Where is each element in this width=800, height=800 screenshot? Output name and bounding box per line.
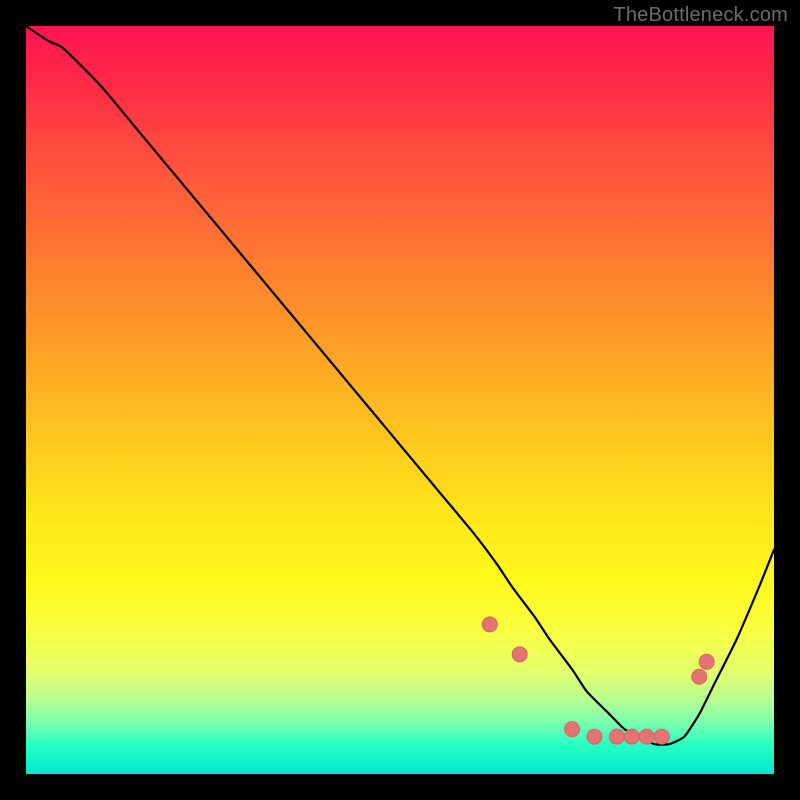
marker-point xyxy=(609,729,624,744)
marker-point xyxy=(699,654,714,669)
chart-overlay xyxy=(26,26,774,774)
markers-group xyxy=(482,617,714,744)
marker-point xyxy=(482,617,497,632)
curve-line xyxy=(26,26,774,745)
plot-area xyxy=(26,26,774,774)
marker-point xyxy=(639,729,654,744)
marker-point xyxy=(692,669,707,684)
marker-point xyxy=(587,729,602,744)
marker-point xyxy=(624,729,639,744)
marker-point xyxy=(565,722,580,737)
marker-point xyxy=(512,647,527,662)
attribution-text: TheBottleneck.com xyxy=(613,4,788,27)
marker-point xyxy=(654,729,669,744)
